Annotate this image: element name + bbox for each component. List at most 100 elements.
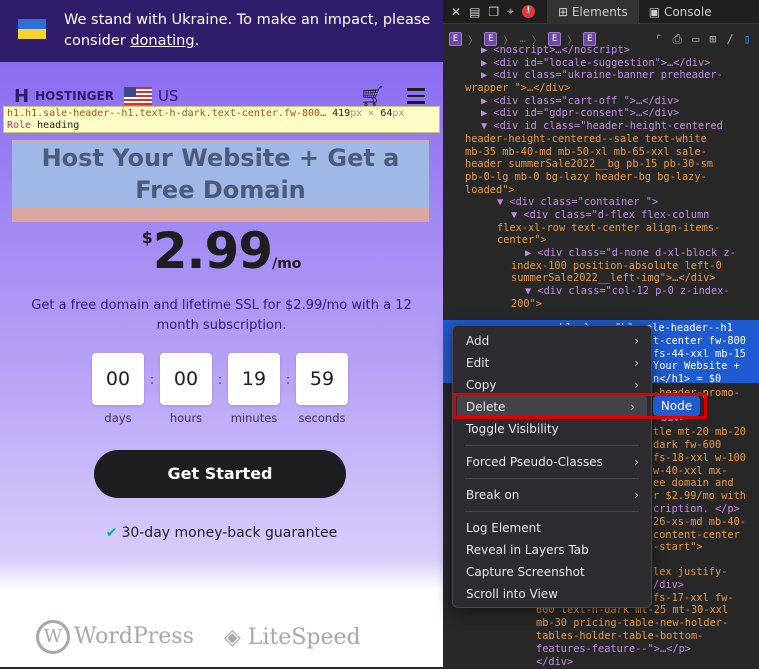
dom-line[interactable]: ▶ <div class="d-none d-xl-block z-: [443, 247, 759, 260]
cart-icon[interactable]: 🛒︎: [360, 84, 385, 108]
dom-line[interactable]: header-height-centered--sale text-white: [443, 133, 759, 146]
menu-divider: [465, 511, 639, 512]
countdown-days: 00 days: [92, 353, 144, 425]
dom-line-fragment[interactable]: r $2.99/mo with: [653, 490, 746, 503]
us-flag-icon[interactable]: [123, 87, 152, 105]
dom-line-fragment[interactable]: content-center: [653, 529, 740, 542]
menu-item-log-element[interactable]: Log Element: [453, 517, 651, 539]
dom-line[interactable]: ▶ <div id="locale-suggestion">…</div>: [443, 57, 759, 70]
dom-line-fragment[interactable]: /div>: [653, 579, 684, 592]
menu-item-label: Reveal in Layers Tab: [466, 543, 589, 557]
partner-logos: W WordPress ◈ LiteSpeed: [36, 620, 361, 654]
guarantee-text: 30-day money-back guarantee: [121, 525, 338, 541]
dom-line-fragment[interactable]: fs-18-xxl w-100: [653, 452, 746, 465]
menu-item-edit[interactable]: Edit ›: [453, 352, 651, 374]
tab-elements[interactable]: ⊞ Elements: [546, 0, 638, 24]
dom-line[interactable]: ▶ <div class="ukraine-banner preheader-: [443, 69, 759, 82]
countdown-value: 00: [160, 353, 212, 405]
hostinger-h-icon: H: [14, 85, 30, 107]
hamburger-menu-icon[interactable]: [407, 88, 425, 108]
element-picker-icon[interactable]: ⌖: [507, 4, 514, 19]
menu-item-label: Scroll into View: [466, 587, 558, 601]
price-currency: $: [141, 228, 153, 247]
dom-line[interactable]: center">: [443, 234, 759, 247]
page-title: Host Your Website + Get a Free Domain: [41, 144, 400, 204]
dom-line[interactable]: loaded">: [443, 184, 759, 197]
get-started-button[interactable]: Get Started: [94, 450, 346, 498]
dom-line[interactable]: ▶ <noscript>…</noscript>: [443, 44, 759, 57]
dom-line[interactable]: ▼ <div id class="header-height-centered: [443, 120, 759, 133]
dom-line-fragment[interactable]: dark fw-600: [653, 439, 721, 452]
dom-line[interactable]: wrapper ">…</div>: [443, 82, 759, 95]
console-icon: ▣: [648, 4, 661, 19]
menu-item-capture-screenshot[interactable]: Capture Screenshot: [453, 561, 651, 583]
menu-divider: [465, 445, 639, 446]
dom-line[interactable]: ▶ <div class="cart-off ">…</div>: [443, 95, 759, 108]
countdown-value: 00: [92, 353, 144, 405]
selected-node-text: n</h1> = $0: [653, 373, 722, 385]
dom-line-fragment[interactable]: lex justify-: [653, 566, 727, 579]
dom-line-fragment[interactable]: cription. </p>: [653, 503, 740, 516]
tooltip-role: heading: [37, 120, 80, 131]
price-amount: 2.99: [152, 222, 273, 280]
dom-line-fragment[interactable]: tables-holder-table-bottom-: [536, 630, 703, 643]
dom-line-fragment[interactable]: w-40-xxl mx-: [653, 465, 727, 478]
menu-item-scroll-into-view[interactable]: Scroll into View: [453, 583, 651, 605]
countdown-label: hours: [169, 411, 203, 425]
menu-item-forced-pseudo-classes[interactable]: Forced Pseudo-Classes ›: [453, 451, 651, 473]
chevron-right-icon: ›: [634, 356, 639, 370]
dom-line[interactable]: index-100 position-absolute left-0: [443, 260, 759, 273]
menu-divider: [465, 478, 639, 479]
dom-line-fragment[interactable]: ee domain and: [653, 477, 734, 490]
hostinger-logo[interactable]: H HOSTINGER: [14, 86, 114, 107]
selected-node-text: t-center fw-800: [653, 335, 746, 347]
countdown-label: minutes: [230, 411, 278, 425]
dom-line[interactable]: mb-35 mb-40-md mb-50-xl mb-65-xxl sale-: [443, 146, 759, 159]
donating-link[interactable]: donating: [130, 33, 194, 49]
dom-line[interactable]: 200">: [443, 298, 759, 311]
dom-line-fragment[interactable]: features-feature--">…</p>: [536, 643, 691, 656]
menu-item-reveal-in-layers-tab[interactable]: Reveal in Layers Tab: [453, 539, 651, 561]
menu-item-label: Add: [466, 334, 490, 348]
countdown-seconds: 59 seconds: [296, 353, 348, 425]
menu-item-label: Capture Screenshot: [466, 565, 585, 579]
close-icon[interactable]: ✕: [451, 5, 461, 19]
tab-console[interactable]: ▣ Console: [637, 0, 722, 24]
dom-line[interactable]: pb-0-lg mb-0 bg-lazy header-bg bg-lazy-: [443, 171, 759, 184]
tab-label: Elements: [571, 4, 628, 19]
undock-icon[interactable]: ❐: [488, 5, 499, 19]
wordpress-icon: W: [36, 620, 70, 654]
menu-item-label: Edit: [466, 356, 490, 370]
colon-separator: :: [285, 372, 291, 388]
dom-line-fragment[interactable]: 26-xs-md mb-40-: [653, 516, 746, 529]
dom-line[interactable]: header summerSale2022__bg pb-15 pb-30-sm: [443, 158, 759, 171]
tooltip-height: 64: [380, 108, 393, 119]
dom-line-fragment[interactable]: fs-17-xxl fw-: [653, 592, 734, 605]
dom-line[interactable]: ▶ <div id="gdpr-consent">…</div>: [443, 107, 759, 120]
dom-line-fragment[interactable]: mb-30 pricing-table-new-holder-: [536, 617, 728, 630]
region-label[interactable]: US: [158, 87, 179, 105]
dom-line[interactable]: ▼ <div class="col-12 p-0 z-index-: [443, 285, 759, 298]
dom-tree: ▶ <noscript>…</noscript> ▶ <div id="local…: [443, 44, 759, 310]
menu-item-label: Log Element: [466, 521, 541, 535]
dom-line[interactable]: ▼ <div class="d-flex flex-column: [443, 209, 759, 222]
tooltip-width: 419: [332, 108, 351, 119]
menu-item-toggle-visibility[interactable]: Toggle Visibility: [453, 418, 651, 440]
menu-item-break-on[interactable]: Break on ›: [453, 484, 651, 506]
dom-line-fragment[interactable]: -start">: [653, 541, 703, 554]
tooltip-role-label: Role: [7, 120, 32, 131]
dom-line-fragment[interactable]: tle mt-20 mb-20: [653, 426, 746, 439]
menu-item-add[interactable]: Add ›: [453, 330, 651, 352]
guarantee: ✔ 30-day money-back guarantee: [0, 525, 443, 541]
dom-line[interactable]: summerSale2022__left-img">…</div>: [443, 272, 759, 285]
inspector-tooltip: h1.h1.sale-header--h1.text-h-dark.text-c…: [3, 106, 440, 133]
error-icon[interactable]: !: [521, 5, 535, 18]
webpage-preview: We stand with Ukraine. To make an impact…: [0, 0, 443, 667]
dom-line[interactable]: ▼ <div class="container ">: [443, 196, 759, 209]
price: $2.99/mo: [0, 222, 443, 280]
dock-icon[interactable]: ▤: [469, 5, 480, 19]
dom-line[interactable]: flex-xl-row text-center align-items-: [443, 222, 759, 235]
selected-node-text: fs-44-xxl mb-15: [653, 348, 746, 360]
chevron-right-icon: ›: [634, 334, 639, 348]
litespeed-wordmark: LiteSpeed: [247, 624, 361, 650]
